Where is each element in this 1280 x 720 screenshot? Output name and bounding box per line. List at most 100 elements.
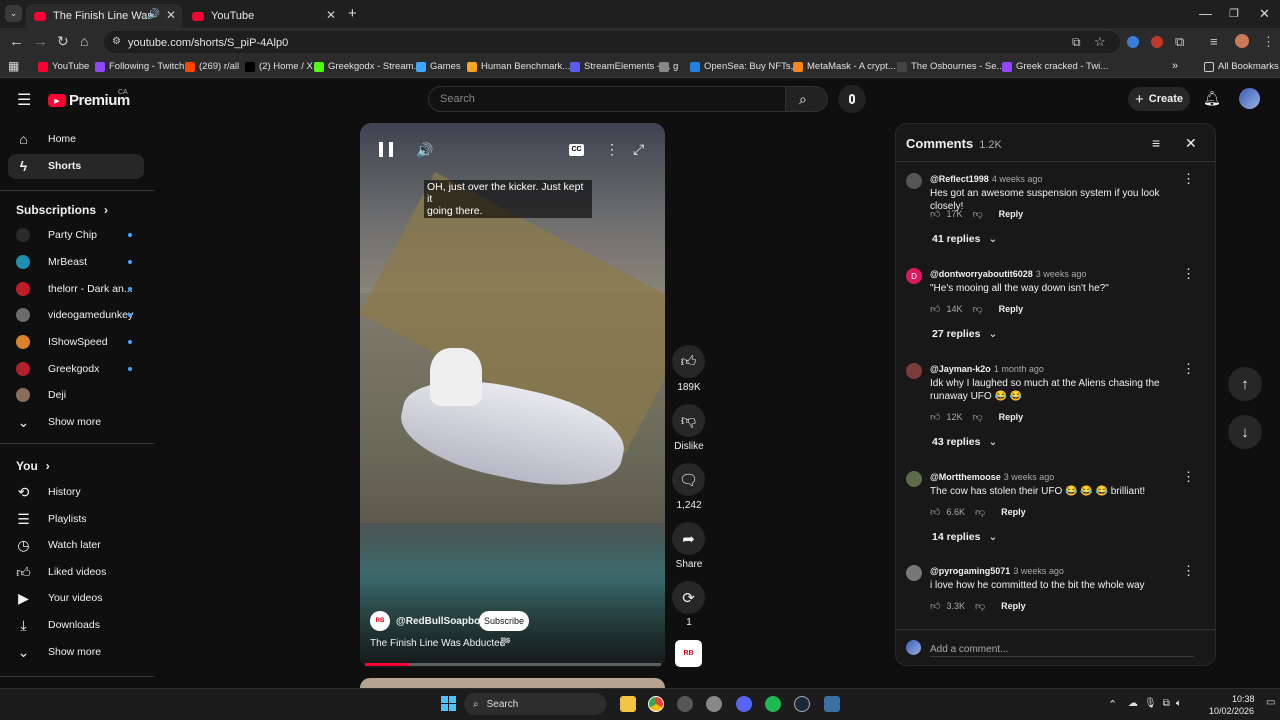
github-icon[interactable] bbox=[706, 696, 722, 712]
bookmark-item[interactable]: The Osbournes - Se... bbox=[897, 61, 1004, 72]
subscribe-button[interactable]: Subscribe bbox=[479, 611, 529, 631]
bookmark-item[interactable]: (269) r/all bbox=[185, 61, 239, 72]
previous-short-button[interactable]: ↑ bbox=[1228, 367, 1262, 401]
comment-dislike-icon[interactable]: 👎︎ bbox=[975, 600, 985, 612]
video-progress-bar[interactable] bbox=[365, 663, 661, 666]
profile-avatar[interactable] bbox=[1235, 34, 1249, 48]
you-item[interactable]: ⟲ History bbox=[16, 483, 81, 501]
view-replies-button[interactable]: 14 replies ⌄ bbox=[932, 531, 997, 543]
new-tab-button[interactable]: + bbox=[348, 5, 357, 22]
video-more-icon[interactable]: ⋮ bbox=[605, 141, 619, 158]
subscription-item[interactable]: Greekgodx bbox=[16, 360, 99, 378]
media-icon[interactable]: ≡ bbox=[1210, 34, 1218, 49]
close-tab-icon[interactable]: ✕ bbox=[166, 8, 176, 22]
comment-author[interactable]: @pyrogaming5071 3 weeks ago bbox=[930, 566, 1064, 576]
channel-name[interactable]: @RedBullSoapbox bbox=[396, 616, 486, 627]
comment-more-icon[interactable]: ⋮ bbox=[1182, 266, 1195, 282]
subscription-item[interactable]: Party Chip bbox=[16, 226, 97, 244]
channel-avatar[interactable]: RB bbox=[370, 611, 390, 631]
bookmarks-overflow-icon[interactable]: » bbox=[1172, 60, 1178, 72]
fullscreen-icon[interactable]: ⤢ bbox=[633, 141, 644, 158]
search-button[interactable]: ⌕ bbox=[786, 86, 828, 112]
subscription-item[interactable]: videogamedunkey bbox=[16, 306, 133, 324]
comment-author[interactable]: @dontworryaboutit6028 3 weeks ago bbox=[930, 269, 1086, 279]
commenter-avatar[interactable] bbox=[906, 363, 922, 379]
remix-button[interactable]: ⟳ bbox=[672, 581, 705, 614]
bookmark-item[interactable]: YouTube bbox=[38, 61, 89, 72]
subscription-item[interactable]: MrBeast bbox=[16, 253, 87, 271]
view-replies-button[interactable]: 27 replies ⌄ bbox=[932, 328, 997, 340]
bookmark-item[interactable]: Greek cracked - Twi... bbox=[1002, 61, 1108, 72]
comment-dislike-icon[interactable]: 👎︎ bbox=[972, 208, 982, 220]
comment-more-icon[interactable]: ⋮ bbox=[1182, 563, 1195, 579]
show-more-you[interactable]: ⌄ Show more bbox=[16, 643, 101, 661]
tab-search-button[interactable]: ⌄ bbox=[5, 5, 22, 22]
sidebar-item-shorts[interactable]: ϟ Shorts bbox=[16, 157, 81, 175]
comment-like-icon[interactable]: 👍︎ bbox=[930, 411, 940, 423]
account-avatar[interactable] bbox=[1239, 88, 1260, 109]
windows-start-icon[interactable] bbox=[441, 696, 456, 711]
comment-author[interactable]: @Reflect1998 4 weeks ago bbox=[930, 174, 1042, 184]
captions-button[interactable]: CC bbox=[569, 144, 584, 156]
extension-icon[interactable] bbox=[1127, 36, 1139, 48]
comment-like-icon[interactable]: 👍︎ bbox=[930, 506, 940, 518]
close-tab-icon[interactable]: ✕ bbox=[326, 8, 336, 22]
bookmark-item[interactable]: OpenSea: Buy NFTs,... bbox=[690, 61, 801, 72]
comment-like-icon[interactable]: 👍︎ bbox=[930, 208, 940, 220]
like-button[interactable]: 👍︎ bbox=[672, 345, 705, 378]
you-item[interactable]: ▶ Your videos bbox=[16, 589, 102, 607]
subscriptions-heading[interactable]: Subscriptions › bbox=[16, 203, 108, 217]
clock-date[interactable]: 10/02/2026 bbox=[1209, 706, 1254, 716]
browser-menu-icon[interactable]: ⋮ bbox=[1262, 34, 1275, 50]
back-icon[interactable]: ← bbox=[9, 33, 24, 50]
you-item[interactable]: ☰ Playlists bbox=[16, 510, 86, 528]
comment-more-icon[interactable]: ⋮ bbox=[1182, 171, 1195, 187]
all-bookmarks[interactable]: All Bookmarks bbox=[1204, 61, 1279, 72]
site-info-icon[interactable]: ⚙ bbox=[112, 36, 121, 47]
discord-icon[interactable] bbox=[736, 696, 752, 712]
comment-reply-button[interactable]: Reply bbox=[999, 412, 1024, 422]
spotify-icon[interactable] bbox=[765, 696, 781, 712]
bookmark-item[interactable]: Greekgodx - Stream... bbox=[314, 61, 421, 72]
bookmark-item[interactable]: Games bbox=[416, 61, 461, 72]
notification-icon[interactable]: ▭ bbox=[1266, 697, 1275, 708]
tab-youtube[interactable]: YouTube ✕ bbox=[184, 4, 342, 28]
bookmark-item[interactable]: g bbox=[659, 61, 678, 72]
comment-more-icon[interactable]: ⋮ bbox=[1182, 469, 1195, 485]
dislike-button[interactable]: 👎︎ bbox=[672, 404, 705, 437]
show-more-subscriptions[interactable]: ⌄ Show more bbox=[16, 413, 101, 431]
close-comments-icon[interactable]: ✕ bbox=[1185, 135, 1197, 152]
file-explorer-icon[interactable] bbox=[620, 696, 636, 712]
next-short-button[interactable]: ↓ bbox=[1228, 415, 1262, 449]
pause-icon[interactable] bbox=[379, 142, 393, 157]
create-button[interactable]: + Create bbox=[1128, 87, 1190, 111]
taskbar-search[interactable]: ⌕ Search bbox=[464, 693, 606, 715]
tray-chevron-icon[interactable]: ⌃ bbox=[1108, 698, 1117, 711]
apps-grid-icon[interactable]: ▦ bbox=[8, 59, 19, 73]
sidebar-item-home[interactable]: ⌂ Home bbox=[16, 130, 76, 148]
comment-reply-button[interactable]: Reply bbox=[1001, 601, 1026, 611]
you-item[interactable]: ⤓ Downloads bbox=[16, 616, 100, 634]
bookmark-item[interactable]: Human Benchmark... bbox=[467, 61, 570, 72]
extensions-puzzle-icon[interactable]: ⧉ bbox=[1175, 34, 1184, 50]
search-input[interactable]: Search bbox=[428, 86, 786, 112]
comment-dislike-icon[interactable]: 👎︎ bbox=[975, 506, 985, 518]
hamburger-menu-icon[interactable]: ☰ bbox=[17, 90, 31, 110]
edge-icon[interactable] bbox=[677, 696, 693, 712]
install-app-icon[interactable]: ⧉ bbox=[1072, 35, 1081, 50]
sound-thumbnail[interactable]: RB bbox=[675, 640, 702, 667]
tray-icons[interactable]: ☁🎙︎⧉🔈︎ bbox=[1128, 698, 1188, 709]
bookmark-item[interactable]: MetaMask - A crypt... bbox=[793, 61, 896, 72]
volume-icon[interactable]: 🔊 bbox=[416, 142, 433, 159]
extension-icon[interactable] bbox=[1151, 36, 1163, 48]
comment-like-icon[interactable]: 👍︎ bbox=[930, 303, 940, 315]
forward-icon[interactable]: → bbox=[33, 33, 48, 50]
commenter-avatar[interactable]: D bbox=[906, 268, 922, 284]
steam-icon[interactable] bbox=[794, 696, 810, 712]
notifications-bell-icon[interactable]: 🔔︎ bbox=[1203, 90, 1221, 107]
comments-button[interactable]: 🗨︎ bbox=[672, 463, 705, 496]
comment-reply-button[interactable]: Reply bbox=[1001, 507, 1026, 517]
commenter-avatar[interactable] bbox=[906, 565, 922, 581]
comment-like-icon[interactable]: 👍︎ bbox=[930, 600, 940, 612]
you-heading[interactable]: You › bbox=[16, 459, 50, 473]
